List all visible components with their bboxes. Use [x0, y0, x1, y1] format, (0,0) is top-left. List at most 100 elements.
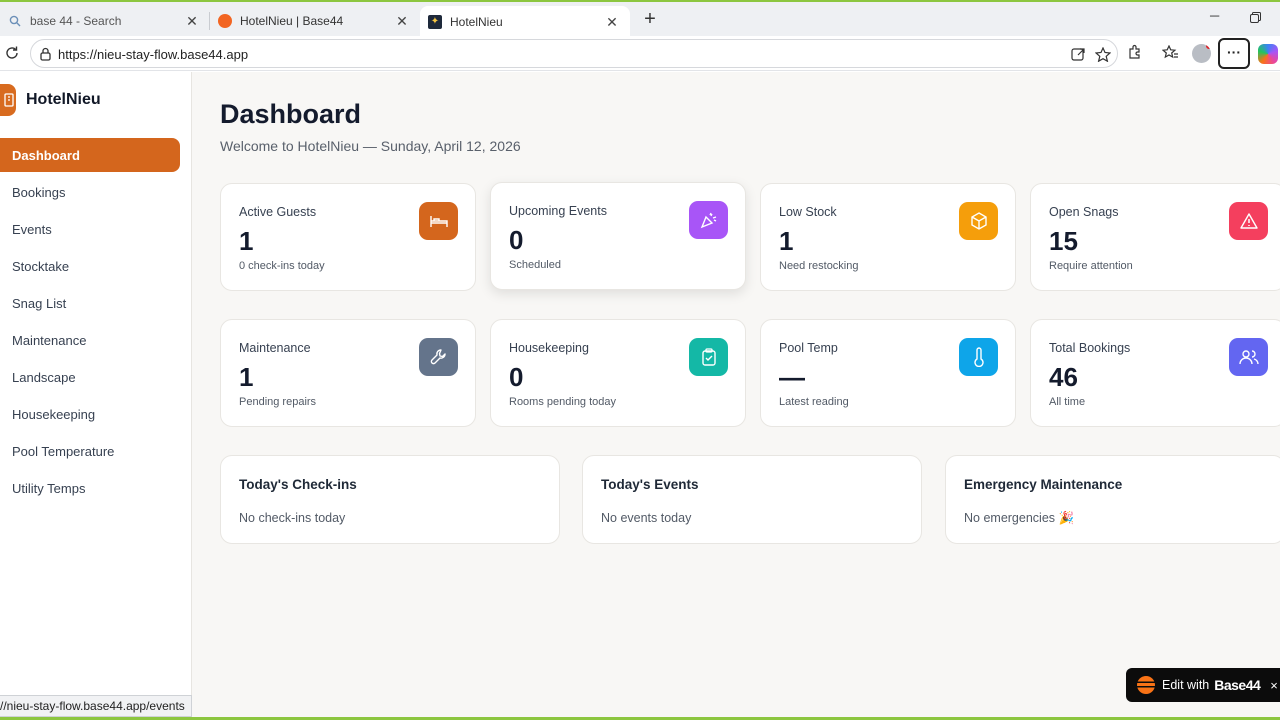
- hotel-logo-icon: [0, 84, 16, 116]
- link-preview-statusbar: //nieu-stay-flow.base44.app/events: [0, 695, 192, 717]
- stat-value: 0: [509, 362, 524, 392]
- nav-maintenance[interactable]: Maintenance: [0, 323, 180, 357]
- stat-label: Total Bookings: [1049, 341, 1131, 355]
- stat-card-total-bookings[interactable]: Total Bookings 46 All time: [1030, 319, 1280, 427]
- open-in-app-icon[interactable]: [1071, 47, 1086, 62]
- stat-card-upcoming-events[interactable]: Upcoming Events 0 Scheduled: [490, 182, 746, 290]
- nav-stocktake[interactable]: Stocktake: [0, 249, 180, 283]
- page-subtitle: Welcome to HotelNieu — Sunday, April 12,…: [220, 138, 521, 154]
- alert-triangle-icon: [1229, 202, 1268, 240]
- base44-logo-icon: [1137, 676, 1155, 694]
- stat-caption: Latest reading: [779, 396, 849, 408]
- new-tab-button[interactable]: +: [640, 8, 660, 30]
- panel-title: Today's Check-ins: [239, 477, 357, 492]
- stat-value: —: [779, 362, 805, 392]
- package-icon: [959, 202, 998, 240]
- stat-label: Low Stock: [779, 205, 837, 219]
- panel-title: Today's Events: [601, 477, 699, 492]
- stat-card-active-guests[interactable]: Active Guests 1 0 check-ins today: [220, 183, 476, 291]
- nav-snag-list[interactable]: Snag List: [0, 286, 180, 320]
- panel-empty-state: No emergencies 🎉: [964, 511, 1075, 525]
- favorites-icon[interactable]: [1162, 45, 1179, 60]
- hotelnieu-favicon-icon: ✦: [428, 15, 442, 29]
- base44-logo-icon: [218, 14, 232, 28]
- stat-caption: 0 check-ins today: [239, 260, 325, 272]
- stat-value: 1: [239, 226, 254, 256]
- nav-bookings[interactable]: Bookings: [0, 175, 180, 209]
- restore-window-icon[interactable]: [1250, 11, 1261, 26]
- main-content: Dashboard Welcome to HotelNieu — Sunday,…: [192, 72, 1280, 718]
- stat-label: Pool Temp: [779, 341, 838, 355]
- tab-base44[interactable]: HotelNieu | Base44 ✕: [210, 6, 420, 36]
- panel-emergency-maintenance: Emergency Maintenance No emergencies 🎉: [945, 455, 1280, 544]
- stat-card-low-stock[interactable]: Low Stock 1 Need restocking: [760, 183, 1016, 291]
- nav-utility-temps[interactable]: Utility Temps: [0, 471, 180, 505]
- brand[interactable]: HotelNieu: [0, 84, 101, 116]
- reload-icon[interactable]: [4, 45, 20, 61]
- stat-label: Active Guests: [239, 205, 317, 219]
- stat-label: Open Snags: [1049, 205, 1119, 219]
- stat-caption: All time: [1049, 396, 1086, 408]
- bed-icon: [419, 202, 458, 240]
- address-bar-row: https://nieu-stay-flow.base44.app: [0, 36, 1280, 71]
- favorite-star-icon[interactable]: [1095, 47, 1111, 62]
- edit-badge-brand: Base44: [1214, 677, 1261, 693]
- tab-search[interactable]: base 44 - Search ✕: [0, 6, 210, 36]
- stat-value: 0: [509, 225, 524, 255]
- search-icon: [8, 14, 22, 28]
- stat-caption: Pending repairs: [239, 396, 317, 408]
- stat-value: 15: [1049, 226, 1078, 256]
- party-popper-icon: [689, 201, 728, 239]
- close-tab-icon[interactable]: ✕: [604, 14, 620, 31]
- stat-card-open-snags[interactable]: Open Snags 15 Require attention: [1030, 183, 1280, 291]
- stat-caption: Need restocking: [779, 260, 859, 272]
- tab-hotelnieu[interactable]: ✦ HotelNieu ✕: [420, 6, 630, 38]
- browser-menu-button[interactable]: ···: [1218, 38, 1250, 69]
- nav-pool-temperature[interactable]: Pool Temperature: [0, 434, 180, 468]
- stat-label: Maintenance: [239, 341, 311, 355]
- stat-card-housekeeping[interactable]: Housekeeping 0 Rooms pending today: [490, 319, 746, 427]
- panel-todays-events: Today's Events No events today: [582, 455, 922, 544]
- clipboard-check-icon: [689, 338, 728, 376]
- close-tab-icon[interactable]: ✕: [184, 13, 200, 30]
- stat-caption: Rooms pending today: [509, 396, 617, 408]
- panel-empty-state: No check-ins today: [239, 511, 346, 525]
- panel-todays-checkins: Today's Check-ins No check-ins today: [220, 455, 560, 544]
- notification-dot: [1206, 44, 1211, 49]
- panel-title: Emergency Maintenance: [964, 477, 1123, 492]
- page-title: Dashboard: [220, 99, 362, 129]
- browser-tab-strip: base 44 - Search ✕ HotelNieu | Base44 ✕ …: [0, 0, 1280, 38]
- nav-housekeeping[interactable]: Housekeeping: [0, 397, 180, 431]
- stat-value: 1: [779, 226, 794, 256]
- stat-value: 46: [1049, 362, 1078, 392]
- nav-landscape[interactable]: Landscape: [0, 360, 180, 394]
- close-icon[interactable]: ×: [1270, 678, 1278, 693]
- sidebar: HotelNieu Dashboard Bookings Events Stoc…: [0, 72, 192, 718]
- tab-title: HotelNieu: [450, 15, 503, 29]
- brand-name: HotelNieu: [26, 91, 101, 108]
- edit-badge-text: Edit with: [1162, 678, 1210, 692]
- extensions-icon[interactable]: [1127, 44, 1143, 60]
- lock-icon[interactable]: [40, 47, 51, 61]
- profile-avatar[interactable]: [1192, 44, 1211, 63]
- nav-events[interactable]: Events: [0, 212, 180, 246]
- wrench-icon: [419, 338, 458, 376]
- tab-title: base 44 - Search: [30, 14, 122, 28]
- url-text: https://nieu-stay-flow.base44.app: [58, 47, 249, 62]
- thermometer-icon: [959, 338, 998, 376]
- copilot-icon[interactable]: [1258, 44, 1278, 64]
- minimize-icon[interactable]: ─: [1210, 8, 1219, 23]
- stat-label: Upcoming Events: [509, 204, 607, 218]
- tab-title: HotelNieu | Base44: [240, 14, 344, 28]
- stat-caption: Require attention: [1049, 260, 1133, 272]
- nav-dashboard[interactable]: Dashboard: [0, 138, 180, 172]
- users-icon: [1229, 338, 1268, 376]
- stat-label: Housekeeping: [509, 341, 589, 355]
- panel-empty-state: No events today: [601, 511, 692, 525]
- url-field[interactable]: https://nieu-stay-flow.base44.app: [30, 39, 1118, 68]
- stat-caption: Scheduled: [509, 259, 561, 271]
- close-tab-icon[interactable]: ✕: [394, 13, 410, 30]
- edit-with-base44-button[interactable]: Edit with Base44 ×: [1126, 668, 1280, 702]
- stat-card-maintenance[interactable]: Maintenance 1 Pending repairs: [220, 319, 476, 427]
- stat-card-pool-temp[interactable]: Pool Temp — Latest reading: [760, 319, 1016, 427]
